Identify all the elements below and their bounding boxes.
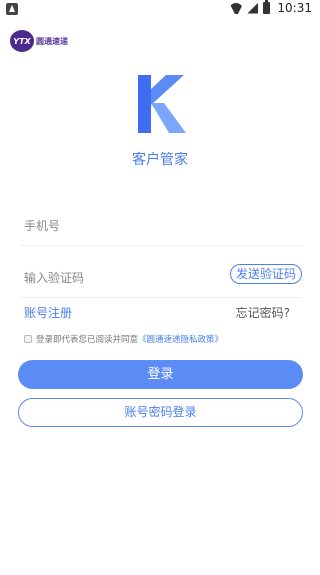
send-code-button[interactable]: 发送验证码 bbox=[229, 264, 302, 284]
login-button[interactable]: 登录 bbox=[18, 360, 303, 389]
status-bar: 10:31 bbox=[0, 0, 320, 18]
login-screen: 10:31 YTX 圆通速递 客户管家 发送验证码 账号注册 忘记密码? 登录即… bbox=[0, 0, 320, 575]
code-field-row: 发送验证码 bbox=[20, 258, 302, 298]
app-logo-icon bbox=[138, 75, 186, 133]
privacy-policy-link[interactable]: 《圆通速递隐私政策》 bbox=[138, 333, 223, 345]
brand-badge: YTX bbox=[10, 30, 34, 52]
phone-input[interactable] bbox=[24, 216, 224, 236]
agreement-checkbox[interactable] bbox=[24, 335, 32, 343]
notification-app-icon bbox=[6, 3, 18, 15]
status-time: 10:31 bbox=[277, 1, 312, 15]
register-link[interactable]: 账号注册 bbox=[24, 304, 72, 321]
wifi-icon bbox=[230, 2, 242, 14]
verification-code-input[interactable] bbox=[24, 268, 224, 288]
agreement-row: 登录即代表您已阅读并同意 《圆通速递隐私政策》 bbox=[24, 333, 223, 345]
phone-field-row bbox=[20, 206, 302, 246]
battery-icon bbox=[263, 0, 271, 14]
brand-name: 圆通速递 bbox=[36, 36, 68, 46]
forgot-password-link[interactable]: 忘记密码? bbox=[236, 304, 290, 321]
app-title: 客户管家 bbox=[132, 152, 188, 168]
password-login-button[interactable]: 账号密码登录 bbox=[18, 398, 303, 427]
signal-icon bbox=[247, 2, 259, 14]
agreement-text: 登录即代表您已阅读并同意 bbox=[36, 335, 139, 345]
status-indicators: 10:31 bbox=[230, 0, 312, 15]
brand-logo: YTX 圆通速递 bbox=[10, 30, 68, 52]
